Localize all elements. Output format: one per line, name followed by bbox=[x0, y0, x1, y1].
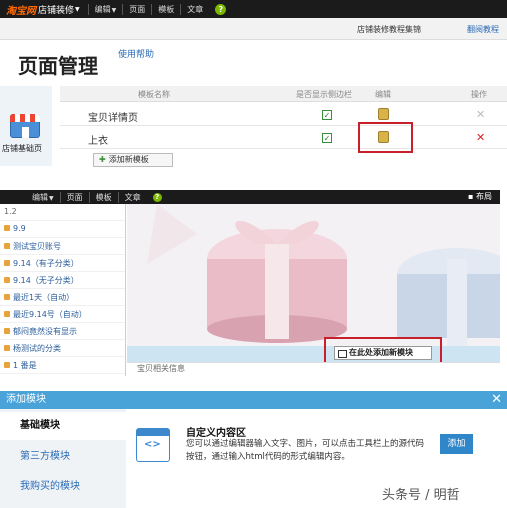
dialog-header: 添加模块 ✕ bbox=[0, 391, 507, 409]
add-template-label: 添加新模板 bbox=[108, 155, 149, 164]
menu-edit-label: 编辑 bbox=[94, 4, 111, 14]
gift-box-illustration bbox=[127, 204, 500, 346]
show-sidebar-checkbox[interactable]: ✓ bbox=[322, 110, 332, 120]
template-name: 上衣 bbox=[88, 136, 108, 147]
list-item[interactable]: 郁闷竟然没有显示 bbox=[0, 323, 125, 340]
sidebar-item-label[interactable]: 店铺基础页 bbox=[2, 143, 42, 154]
list-item-label: 9.14（有子分类） bbox=[13, 259, 79, 268]
close-icon[interactable]: ✕ bbox=[491, 391, 502, 409]
below-section-label: 宝贝相关信息 bbox=[137, 364, 185, 373]
list-item-label: 9.14（无子分类） bbox=[13, 276, 79, 285]
taobao-logo: 淘宝网 bbox=[6, 5, 36, 17]
module-description: 您可以通过编辑器输入文字、图片，可以点击工具栏上的源代码按钮，通过输入html代… bbox=[186, 439, 425, 462]
menu-template[interactable]: 模板 bbox=[151, 3, 180, 15]
table-row: 宝贝详情页 ✓ ✕ bbox=[60, 104, 507, 126]
top-toolbar: 淘宝网 店铺装修 ▼ 编辑▼ 页面 模板 文章 ? bbox=[0, 0, 507, 18]
list-item-label: 1.2 bbox=[4, 207, 17, 216]
plus-icon: ✚ bbox=[99, 155, 106, 164]
tab-basic-modules[interactable]: 基础模块 bbox=[0, 412, 126, 440]
list-item-label: 测试宝贝账号 bbox=[13, 242, 61, 251]
add-module-highlight-box bbox=[324, 337, 442, 365]
show-sidebar-checkbox[interactable]: ✓ bbox=[322, 133, 332, 143]
read-tutorial-link[interactable]: 翻阅教程 bbox=[467, 24, 499, 35]
help-icon[interactable]: ? bbox=[152, 192, 162, 202]
layout-button[interactable]: ▪ 布局 bbox=[468, 191, 492, 202]
list-item-label: 9.9 bbox=[13, 224, 26, 233]
list-item[interactable]: 最近9.14号（自动） bbox=[0, 306, 125, 323]
tab-purchased-modules[interactable]: 我购买的模块 bbox=[0, 473, 126, 501]
chevron-down-icon: ▼ bbox=[75, 5, 80, 13]
add-module-button[interactable]: 添加 bbox=[440, 434, 473, 454]
delete-icon[interactable]: ✕ bbox=[476, 131, 485, 144]
menu-page[interactable]: 页面 bbox=[59, 191, 89, 203]
watermark: 头条号 / 明哲 bbox=[382, 488, 460, 503]
table-row: 上衣 ✓ ✕ bbox=[60, 127, 507, 149]
sub-header: 店铺装修教程集锦 翻阅教程 bbox=[0, 18, 507, 40]
menu-edit[interactable]: 编辑▼ bbox=[87, 3, 123, 15]
folder-icon bbox=[4, 260, 10, 266]
tab-third-party-modules[interactable]: 第三方模块 bbox=[0, 443, 126, 471]
tutorial-link[interactable]: 店铺装修教程集锦 bbox=[357, 24, 421, 35]
chevron-down-icon: ▼ bbox=[111, 6, 117, 14]
edit-highlight-box bbox=[358, 122, 413, 153]
folder-icon bbox=[4, 294, 10, 300]
help-icon[interactable]: ? bbox=[215, 3, 227, 15]
template-name: 宝贝详情页 bbox=[88, 113, 138, 124]
folder-icon bbox=[4, 362, 10, 368]
menu-page[interactable]: 页面 bbox=[122, 3, 151, 15]
list-item[interactable]: 最近1天（自动） bbox=[0, 289, 125, 306]
menu-edit-label: 编辑 bbox=[32, 192, 48, 202]
layout-label: 布局 bbox=[476, 192, 492, 201]
list-item[interactable]: 1 番是 bbox=[0, 357, 125, 374]
edit-icon[interactable] bbox=[378, 108, 389, 120]
col-show-sidebar: 是否显示侧边栏 bbox=[296, 90, 352, 99]
col-template-name: 模板名称 bbox=[138, 90, 170, 99]
folder-icon bbox=[4, 311, 10, 317]
col-action: 操作 bbox=[471, 90, 487, 99]
folder-icon bbox=[4, 345, 10, 351]
category-list: 1.2 9.9 测试宝贝账号 9.14（有子分类） 9.14（无子分类） 最近1… bbox=[0, 204, 126, 376]
delete-icon[interactable]: ✕ bbox=[476, 108, 485, 121]
list-item-label: 最近1天（自动） bbox=[13, 293, 75, 302]
store-icon[interactable] bbox=[10, 114, 40, 138]
list-item-label: 郁闷竟然没有显示 bbox=[13, 327, 77, 336]
page-title: 页面管理 bbox=[18, 54, 98, 78]
folder-icon bbox=[4, 225, 10, 231]
chevron-down-icon: ▼ bbox=[49, 194, 54, 202]
use-help-link[interactable]: 使用帮助 bbox=[118, 47, 154, 60]
col-edit: 编辑 bbox=[375, 90, 391, 99]
list-item-label: 1 番是 bbox=[13, 361, 37, 370]
table-header: 模板名称 是否显示侧边栏 编辑 操作 bbox=[60, 86, 507, 102]
menu-article[interactable]: 文章 bbox=[180, 3, 209, 15]
folder-icon bbox=[4, 277, 10, 283]
folder-icon bbox=[4, 328, 10, 334]
list-item-label: 杨测试的分类 bbox=[13, 344, 61, 353]
list-item[interactable]: 测试宝贝账号 bbox=[0, 238, 125, 255]
editor-toolbar: 编辑▼ 页面 模板 文章 ? ▪ 布局 bbox=[0, 190, 500, 204]
menu-template[interactable]: 模板 bbox=[88, 191, 118, 203]
menu-article[interactable]: 文章 bbox=[117, 191, 147, 203]
add-template-button[interactable]: ✚ 添加新模板 bbox=[93, 153, 173, 167]
code-icon-glyph: <> bbox=[144, 439, 161, 450]
below-section: 宝贝相关信息 bbox=[127, 362, 500, 376]
dialog-title: 添加模块 bbox=[6, 394, 46, 405]
list-item[interactable]: 9.9 bbox=[0, 221, 125, 238]
shop-decor-menu[interactable]: 店铺装修 bbox=[38, 3, 74, 16]
menu-edit[interactable]: 编辑▼ bbox=[26, 192, 60, 203]
module-drop-strip bbox=[127, 346, 500, 362]
code-icon: <> bbox=[136, 428, 170, 462]
module-title: 自定义内容区 bbox=[186, 428, 246, 439]
banner-stage bbox=[127, 204, 500, 346]
list-item[interactable]: 1.2 bbox=[0, 204, 125, 221]
folder-icon bbox=[4, 243, 10, 249]
list-item-label: 最近9.14号（自动） bbox=[13, 310, 87, 319]
list-item[interactable]: 9.14（无子分类） bbox=[0, 272, 125, 289]
list-item[interactable]: 9.14（有子分类） bbox=[0, 255, 125, 272]
list-item[interactable]: 杨测试的分类 bbox=[0, 340, 125, 357]
